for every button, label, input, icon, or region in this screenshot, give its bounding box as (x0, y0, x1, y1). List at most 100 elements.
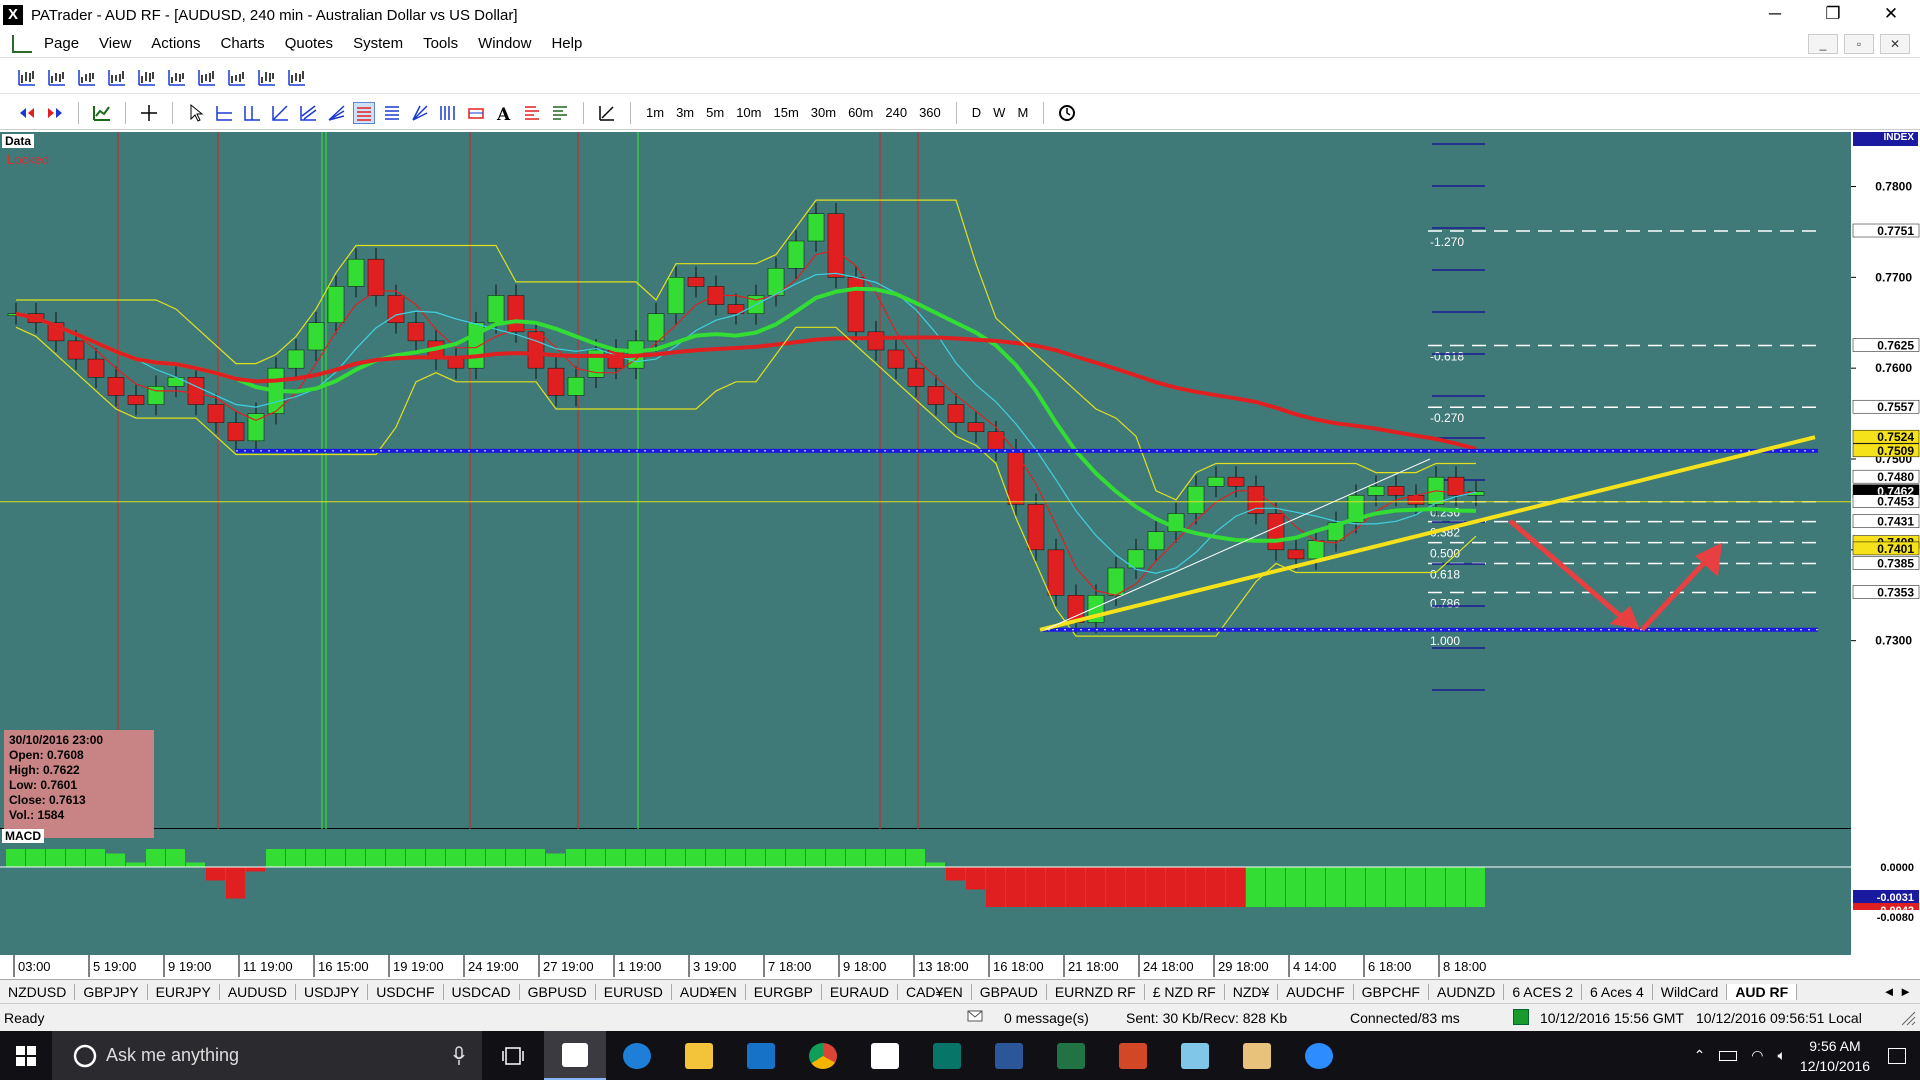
taskbar-outlook[interactable] (730, 1031, 792, 1080)
fib-fan-icon[interactable] (325, 102, 347, 124)
channel-icon[interactable] (297, 102, 319, 124)
chart-page-icon[interactable] (12, 34, 32, 53)
text-icon[interactable]: A (493, 102, 515, 124)
symbol-tab[interactable]: WildCard (1653, 983, 1728, 1000)
menu-window[interactable]: Window (468, 35, 541, 52)
cortana-search-box[interactable]: Ask me anything (52, 1031, 482, 1080)
menu-help[interactable]: Help (541, 35, 592, 52)
taskbar-word[interactable] (978, 1031, 1040, 1080)
volume-chart-icon[interactable] (256, 66, 278, 88)
symbol-tab[interactable]: USDJPY (296, 983, 369, 1000)
taskbar-explorer[interactable] (668, 1031, 730, 1080)
taskbar-notepad[interactable] (1164, 1031, 1226, 1080)
symbol-tab[interactable]: GBPAUD (972, 983, 1047, 1000)
price-chart[interactable]: 0.78000.77000.76000.75000.74000.73000.77… (0, 132, 1920, 977)
taskbar-zoom[interactable] (1288, 1031, 1350, 1080)
fib-extension-icon[interactable] (381, 102, 403, 124)
tray-chevron-icon[interactable]: ⌃ (1694, 1047, 1706, 1064)
mdi-minimize-button[interactable]: _ (1808, 34, 1838, 54)
mdi-close-button[interactable]: ✕ (1880, 34, 1910, 54)
timeframe-60m[interactable]: 60m (845, 105, 876, 120)
menu-view[interactable]: View (89, 35, 141, 52)
kagi-chart-icon[interactable] (226, 66, 248, 88)
menu-page[interactable]: Page (34, 35, 89, 52)
timeframe-1m[interactable]: 1m (643, 105, 667, 120)
symbol-tab[interactable]: £ NZD RF (1145, 983, 1225, 1000)
symbol-tab[interactable]: EURAUD (822, 983, 898, 1000)
time-zones-icon[interactable] (437, 102, 459, 124)
mdi-restore-button[interactable]: ▫ (1844, 34, 1874, 54)
period-daily[interactable]: D (969, 105, 984, 120)
symbol-tab[interactable]: NZDUSD (0, 983, 76, 1000)
menu-quotes[interactable]: Quotes (275, 35, 343, 52)
clock-icon[interactable] (1056, 102, 1078, 124)
close-button[interactable]: ✕ (1862, 0, 1920, 30)
menu-system[interactable]: System (343, 35, 413, 52)
microphone-icon[interactable] (452, 1045, 466, 1066)
taskbar-edge[interactable] (606, 1031, 668, 1080)
bar-chart-icon[interactable] (16, 66, 38, 88)
timeframe-10m[interactable]: 10m (733, 105, 764, 120)
windows-start-button[interactable] (0, 1031, 52, 1080)
symbol-tab[interactable]: AUDUSD (220, 983, 296, 1000)
crosshair-icon[interactable] (138, 102, 160, 124)
timeframe-360[interactable]: 360 (916, 105, 944, 120)
point-figure-icon[interactable] (166, 66, 188, 88)
horizontal-line-icon[interactable] (213, 102, 235, 124)
indicator-icon[interactable] (91, 102, 113, 124)
task-view-button[interactable] (482, 1031, 544, 1080)
symbol-tab[interactable]: 6 Aces 4 (1582, 983, 1653, 1000)
symbol-tab[interactable]: AUDNZD (1429, 983, 1505, 1000)
histogram-chart-icon[interactable] (286, 66, 308, 88)
volume-icon[interactable]: 🔈︎ (1778, 1047, 1786, 1064)
price-levels-icon[interactable] (521, 102, 543, 124)
line-chart-icon[interactable] (106, 66, 128, 88)
timeframe-15m[interactable]: 15m (770, 105, 801, 120)
symbol-tab[interactable]: EURGBP (746, 983, 822, 1000)
timeframe-30m[interactable]: 30m (808, 105, 839, 120)
ohlc-chart-icon[interactable] (46, 66, 68, 88)
symbol-tab[interactable]: EURUSD (596, 983, 672, 1000)
chart-canvas[interactable]: 0.78000.77000.76000.75000.74000.73000.77… (0, 132, 1920, 977)
symbol-tab[interactable]: EURNZD RF (1047, 983, 1145, 1000)
notifications-icon[interactable] (1888, 1047, 1906, 1064)
restore-button[interactable]: ❐ (1804, 0, 1862, 30)
battery-icon[interactable] (1719, 1050, 1738, 1061)
scroll-right-icon[interactable] (44, 102, 66, 124)
levels-list-icon[interactable] (549, 102, 571, 124)
pointer-icon[interactable] (185, 102, 207, 124)
symbol-tab[interactable]: USDCAD (444, 983, 520, 1000)
menu-tools[interactable]: Tools (413, 35, 468, 52)
rectangle-icon[interactable] (465, 102, 487, 124)
minimize-button[interactable]: ─ (1746, 0, 1804, 30)
symbol-tab[interactable]: GBPUSD (520, 983, 596, 1000)
taskbar-tool[interactable] (1226, 1031, 1288, 1080)
symbol-tab[interactable]: CAD¥EN (898, 983, 972, 1000)
timeframe-240[interactable]: 240 (882, 105, 910, 120)
menu-charts[interactable]: Charts (211, 35, 275, 52)
timeframe-5m[interactable]: 5m (703, 105, 727, 120)
gann-fan-icon[interactable] (409, 102, 431, 124)
fib-retracement-icon[interactable] (353, 101, 375, 124)
tab-scroll-arrows[interactable]: ◄ ► (1883, 984, 1912, 999)
symbol-tab[interactable]: AUDCHF (1278, 983, 1354, 1000)
symbol-tab[interactable]: 6 ACES 2 (1504, 983, 1583, 1000)
taskbar-patrader[interactable] (544, 1031, 606, 1080)
candlestick-chart-icon[interactable] (76, 66, 98, 88)
resize-grip-icon[interactable] (1898, 1008, 1916, 1029)
symbol-tab[interactable]: AUD RF (1727, 983, 1798, 1000)
period-monthly[interactable]: M (1014, 105, 1031, 120)
taskbar-excel[interactable] (1040, 1031, 1102, 1080)
wifi-icon[interactable]: ◠ (1751, 1047, 1763, 1064)
period-weekly[interactable]: W (990, 105, 1008, 120)
scroll-left-icon[interactable] (16, 102, 38, 124)
trendline-icon[interactable] (269, 102, 291, 124)
hlc-chart-icon[interactable] (136, 66, 158, 88)
symbol-tab[interactable]: NZD¥ (1225, 983, 1279, 1000)
taskbar-clock[interactable]: 9:56 AM 12/10/2016 (1800, 1036, 1870, 1076)
symbol-tab[interactable]: AUD¥EN (672, 983, 746, 1000)
timeframe-3m[interactable]: 3m (673, 105, 697, 120)
taskbar-chrome[interactable] (792, 1031, 854, 1080)
symbol-tab[interactable]: USDCHF (368, 983, 444, 1000)
renko-chart-icon[interactable] (196, 66, 218, 88)
